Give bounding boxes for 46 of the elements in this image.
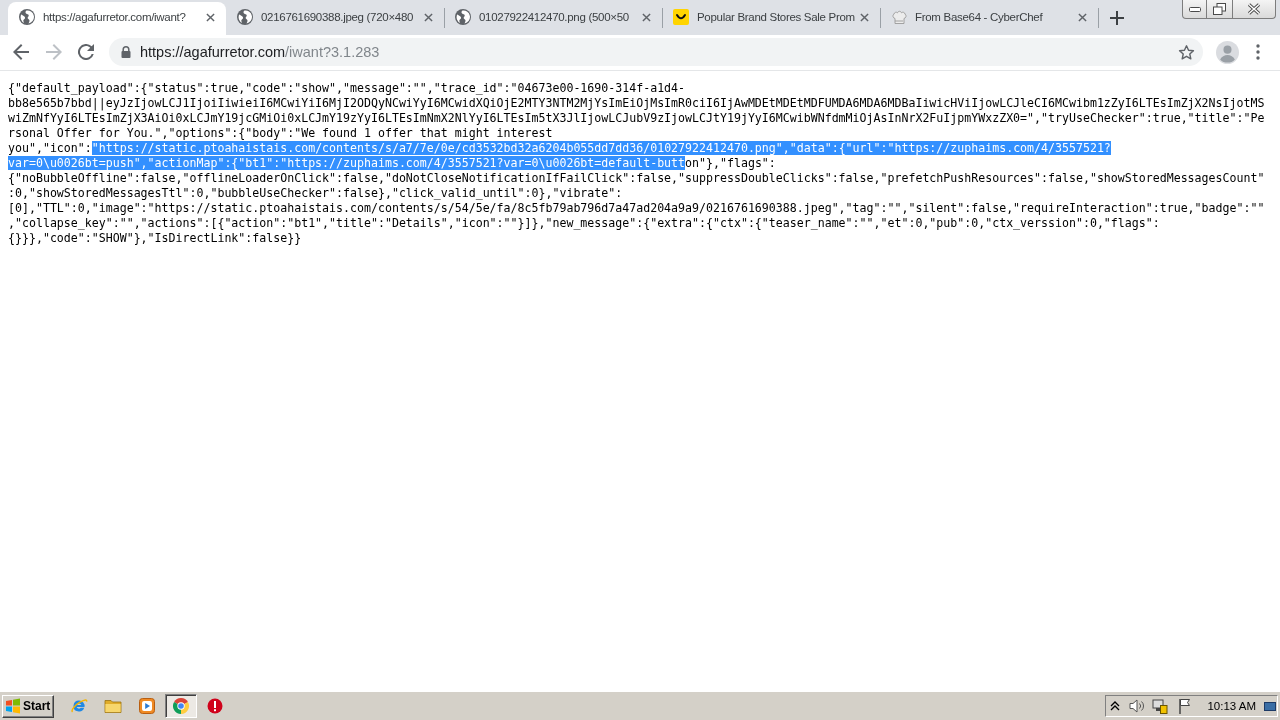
close-icon — [1247, 3, 1261, 15]
globe-icon — [455, 9, 471, 25]
chevron-up-icon[interactable] — [1110, 701, 1121, 711]
taskbar-button[interactable] — [165, 694, 197, 718]
alert-icon — [207, 698, 223, 714]
round-logo-icon — [173, 698, 189, 714]
windows-flag-icon — [5, 698, 21, 714]
desktop-icon[interactable] — [1264, 701, 1276, 711]
minimize-icon — [1188, 6, 1201, 12]
close-icon — [641, 12, 651, 22]
close-icon — [1077, 12, 1087, 22]
flag-icon[interactable] — [1178, 698, 1193, 714]
browser-tab[interactable]: 0216761690388.jpeg (720×480 — [226, 2, 444, 35]
play-icon — [139, 698, 155, 714]
browser-tab[interactable]: https://agafurretor.com/iwant? — [8, 2, 226, 35]
clock-text[interactable]: 10:13 AM — [1207, 700, 1256, 712]
url-text: https://agafurretor.com/iwant?3.1.283 — [140, 44, 381, 60]
globe-icon — [237, 9, 253, 25]
close-window-button[interactable] — [1233, 0, 1276, 19]
address-bar[interactable]: https://agafurretor.com/iwant?3.1.283 — [109, 38, 1203, 66]
profile-button[interactable] — [1214, 39, 1240, 65]
close-icon — [205, 12, 215, 22]
restore-icon — [1213, 3, 1226, 15]
speaker-icon[interactable] — [1129, 698, 1146, 714]
back-arrow-icon — [13, 44, 29, 60]
minimize-button[interactable] — [1182, 0, 1207, 19]
e-icon — [70, 697, 88, 715]
globe-icon — [19, 9, 35, 25]
lock-icon — [121, 46, 131, 58]
close-icon — [859, 12, 869, 22]
network-icon[interactable] — [1152, 698, 1169, 714]
forward-arrow-icon — [46, 44, 62, 60]
avatar-icon — [1215, 40, 1239, 64]
plus-icon — [1110, 10, 1124, 25]
restore-button[interactable] — [1207, 0, 1233, 19]
start-button[interactable]: Start — [2, 694, 54, 718]
browser-tab[interactable]: 01027922412470.png (500×50 — [444, 2, 662, 35]
browser-tab[interactable]: From Base64 - CyberChef — [880, 2, 1098, 35]
browser-tab[interactable]: Popular Brand Stores Sale Prom — [662, 2, 880, 35]
smiley-icon — [673, 9, 689, 25]
star-icon — [1177, 43, 1195, 61]
folder-icon — [104, 698, 122, 714]
chef-hat-icon — [891, 9, 907, 25]
reload-icon — [78, 44, 94, 60]
close-icon — [423, 12, 433, 22]
menu-dots-icon — [1256, 44, 1260, 60]
